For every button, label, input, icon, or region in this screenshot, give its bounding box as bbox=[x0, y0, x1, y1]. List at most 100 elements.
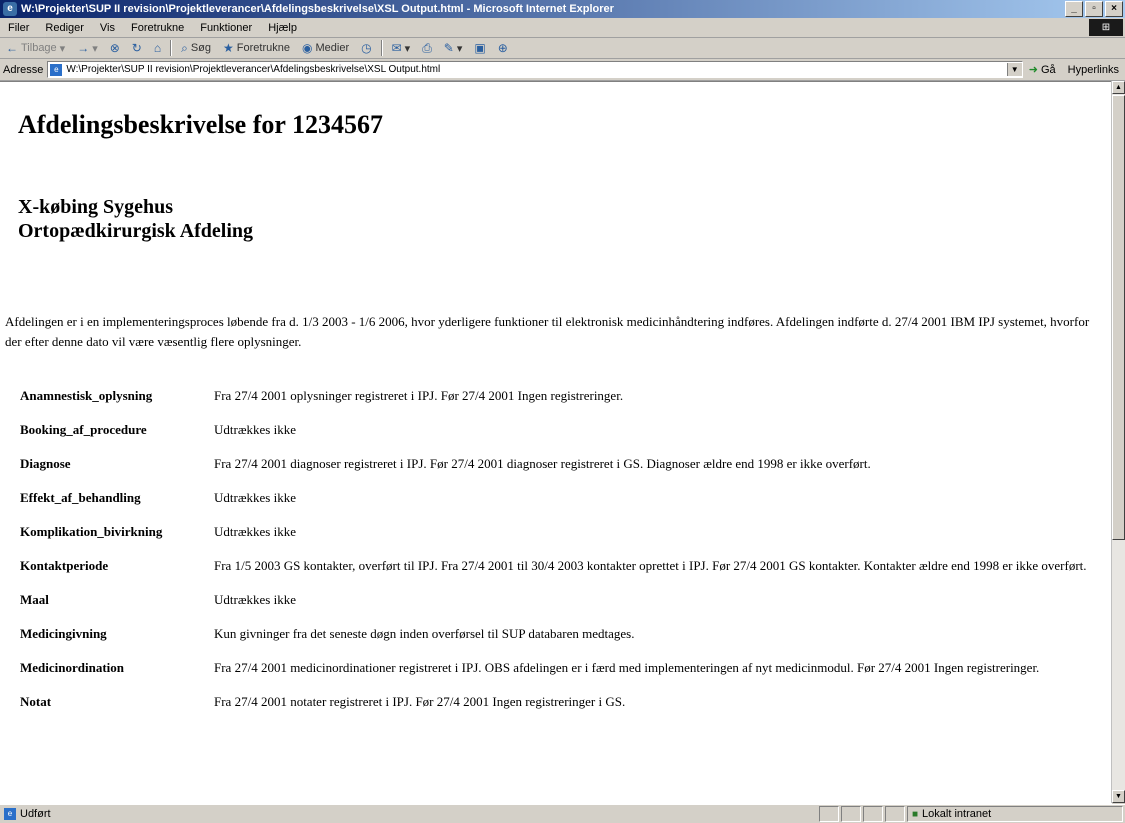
mail-icon: ✉ bbox=[391, 41, 402, 55]
favorites-button[interactable]: ★ Foretrukne bbox=[217, 41, 296, 55]
row-key: Anamnestisk_oplysning bbox=[20, 388, 153, 403]
title-bar: e W:\Projekter\SUP II revision\Projektle… bbox=[0, 0, 1125, 18]
address-bar: Adresse e W:\Projekter\SUP II revision\P… bbox=[0, 59, 1125, 81]
address-input[interactable]: e W:\Projekter\SUP II revision\Projektle… bbox=[47, 61, 1023, 78]
home-button[interactable]: ⌂ bbox=[148, 41, 167, 55]
scroll-up-icon[interactable]: ▲ bbox=[1112, 81, 1125, 94]
forward-button[interactable]: → ▾ bbox=[71, 41, 104, 55]
media-button[interactable]: ◉ Medier bbox=[296, 41, 355, 55]
favorites-icon: ★ bbox=[223, 41, 234, 55]
table-row: Medicinordination Fra 27/4 2001 medicinor… bbox=[14, 654, 1106, 688]
page-content: Afdelingsbeskrivelse for 1234567 X-købin… bbox=[0, 81, 1112, 804]
search-label: Søg bbox=[190, 42, 212, 54]
row-value: Fra 27/4 2001 medicinordinationer regist… bbox=[214, 660, 1040, 675]
toolbar-separator bbox=[170, 40, 173, 56]
menu-view[interactable]: Vis bbox=[92, 22, 123, 34]
description-table: Anamnestisk_oplysning Fra 27/4 2001 oplys… bbox=[14, 382, 1106, 722]
go-button[interactable]: ➜ Gå bbox=[1023, 63, 1062, 77]
row-key: Notat bbox=[20, 694, 52, 709]
status-bar: e Udført ■ Lokalt intranet bbox=[0, 804, 1125, 823]
row-key: Medicinordination bbox=[20, 660, 125, 675]
zone-label: Lokalt intranet bbox=[922, 808, 992, 820]
refresh-button[interactable]: ↻ bbox=[126, 41, 148, 55]
table-row: Notat Fra 27/4 2001 notater registreret i… bbox=[14, 688, 1106, 722]
department-name: Ortopædkirurgisk Afdeling bbox=[18, 220, 254, 242]
menu-favorites[interactable]: Foretrukne bbox=[123, 22, 192, 34]
table-row: Diagnose Fra 27/4 2001 diagnoser registre… bbox=[14, 450, 1106, 484]
close-button[interactable]: × bbox=[1105, 1, 1123, 17]
back-button[interactable]: ← Tilbage ▾ bbox=[0, 41, 71, 55]
window-title: W:\Projekter\SUP II revision\Projektleve… bbox=[21, 3, 614, 15]
status-pane bbox=[885, 806, 905, 822]
print-icon: ⎙ bbox=[422, 40, 432, 55]
row-value: Udtrækkes ikke bbox=[214, 592, 296, 607]
print-button[interactable]: ⎙ bbox=[416, 41, 438, 56]
search-button[interactable]: ⌕ Søg bbox=[175, 41, 217, 56]
minimize-button[interactable]: _ bbox=[1065, 1, 1083, 17]
status-text: Udført bbox=[20, 808, 51, 820]
status-pane bbox=[841, 806, 861, 822]
edit-icon: ✎ bbox=[443, 41, 454, 55]
stop-button[interactable]: ⊗ bbox=[104, 41, 126, 55]
mail-button[interactable]: ✉ ▾ bbox=[386, 41, 417, 55]
toolbar: ← Tilbage ▾ → ▾ ⊗ ↻ ⌂ ⌕ Søg ★ Foretrukne ◉ M… bbox=[0, 38, 1125, 59]
maximize-button[interactable]: ▫ bbox=[1085, 1, 1103, 17]
row-key: Maal bbox=[20, 592, 49, 607]
table-row: Medicingivning Kun givninger fra det sene… bbox=[14, 620, 1106, 654]
security-zone: ■ Lokalt intranet bbox=[907, 806, 1123, 822]
subheading: X-købing Sygehus Ortopædkirurgisk Afdeli… bbox=[18, 195, 253, 243]
windows-logo-icon: ⊞ bbox=[1089, 19, 1123, 36]
media-label: Medier bbox=[315, 42, 350, 54]
links-button[interactable]: Hyperlinks bbox=[1062, 64, 1125, 76]
vertical-scrollbar[interactable]: ▲ ▼ bbox=[1111, 81, 1125, 803]
forward-arrow-icon: → bbox=[77, 41, 90, 55]
table-row: Effekt_af_behandling Udtrækkes ikke bbox=[14, 484, 1106, 518]
discuss-icon: ▣ bbox=[474, 41, 486, 55]
favorites-label: Foretrukne bbox=[236, 42, 290, 54]
menu-bar: Filer Rediger Vis Foretrukne Funktioner … bbox=[0, 18, 1125, 38]
page-icon: e bbox=[50, 63, 63, 76]
back-arrow-icon: ← bbox=[6, 41, 18, 55]
row-key: Komplikation_bivirkning bbox=[20, 524, 163, 539]
toolbar-separator bbox=[380, 40, 383, 56]
row-key: Effekt_af_behandling bbox=[20, 490, 141, 505]
row-key: Medicingivning bbox=[20, 626, 107, 641]
table-row: Maal Udtrækkes ikke bbox=[14, 586, 1106, 620]
status-pane bbox=[819, 806, 839, 822]
messenger-icon: ⊕ bbox=[497, 41, 508, 55]
stop-icon: ⊗ bbox=[109, 41, 120, 55]
history-icon: ◷ bbox=[361, 41, 372, 55]
table-row: Kontaktperiode Fra 1/5 2003 GS kontakter,… bbox=[14, 552, 1106, 586]
page-heading: Afdelingsbeskrivelse for 1234567 bbox=[18, 110, 383, 139]
menu-help[interactable]: Hjælp bbox=[260, 22, 305, 34]
intranet-icon: ■ bbox=[912, 808, 919, 820]
back-label: Tilbage bbox=[21, 42, 57, 54]
row-value: Udtrækkes ikke bbox=[214, 524, 296, 539]
edit-button[interactable]: ✎ ▾ bbox=[438, 41, 469, 55]
ie-icon: e bbox=[3, 2, 17, 16]
table-row: Anamnestisk_oplysning Fra 27/4 2001 oplys… bbox=[14, 382, 1106, 416]
hospital-name: X-købing Sygehus bbox=[18, 196, 174, 218]
status-pane bbox=[863, 806, 883, 822]
menu-edit[interactable]: Rediger bbox=[37, 22, 92, 34]
address-value: W:\Projekter\SUP II revision\Projektleve… bbox=[66, 64, 441, 75]
discuss-button[interactable]: ▣ bbox=[468, 41, 491, 55]
row-key: Booking_af_procedure bbox=[20, 422, 147, 437]
scroll-down-icon[interactable]: ▼ bbox=[1112, 790, 1125, 803]
address-label: Adresse bbox=[3, 63, 44, 76]
row-value: Fra 27/4 2001 oplysninger registreret i … bbox=[214, 388, 624, 403]
row-key: Diagnose bbox=[20, 456, 71, 471]
menu-file[interactable]: Filer bbox=[0, 22, 37, 34]
go-label: Gå bbox=[1040, 63, 1056, 76]
row-value: Fra 27/4 2001 notater registreret i IPJ.… bbox=[214, 694, 626, 709]
history-button[interactable]: ◷ bbox=[355, 41, 377, 55]
address-dropdown-icon[interactable]: ▼ bbox=[1006, 63, 1022, 76]
home-icon: ⌂ bbox=[153, 41, 162, 55]
row-value: Udtrækkes ikke bbox=[214, 490, 296, 505]
table-row: Booking_af_procedure Udtrækkes ikke bbox=[14, 416, 1106, 450]
menu-tools[interactable]: Funktioner bbox=[192, 22, 260, 34]
scroll-thumb[interactable] bbox=[1112, 95, 1125, 540]
messenger-button[interactable]: ⊕ bbox=[492, 41, 514, 55]
row-value: Fra 27/4 2001 diagnoser registreret i IP… bbox=[214, 456, 871, 471]
search-icon: ⌕ bbox=[181, 40, 188, 55]
